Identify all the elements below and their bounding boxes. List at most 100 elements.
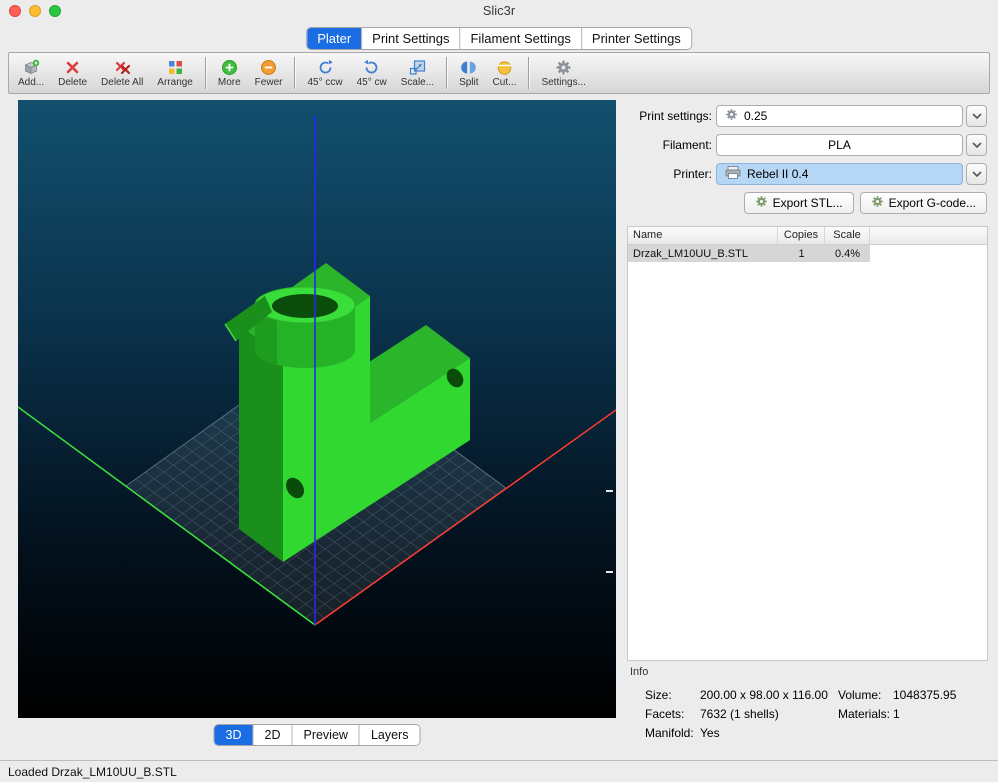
more-button[interactable]: More xyxy=(211,57,248,90)
print-settings-combo[interactable]: 0.25 xyxy=(716,105,963,127)
rotate-ccw-icon xyxy=(317,59,334,76)
materials-value: 1 xyxy=(893,707,900,721)
bearing-hole xyxy=(272,294,338,318)
table-header: Name Copies Scale xyxy=(628,227,987,245)
split-button[interactable]: Split xyxy=(452,57,485,90)
close-button[interactable] xyxy=(9,5,21,17)
print-settings-value: 0.25 xyxy=(744,109,767,123)
add-button[interactable]: Add... xyxy=(11,57,51,90)
printer-label: Printer: xyxy=(560,163,712,185)
viewport-canvas[interactable] xyxy=(18,100,616,718)
scale-tick xyxy=(606,571,613,573)
volume-label: Volume: xyxy=(838,688,881,702)
view-tab-bar: 3D 2D Preview Layers xyxy=(214,724,421,746)
scale-label: Scale... xyxy=(401,77,434,88)
zoom-button[interactable] xyxy=(49,5,61,17)
export-gcode-button[interactable]: Export G-code... xyxy=(860,192,987,214)
delete-button[interactable]: Delete xyxy=(51,57,94,90)
column-header-copies[interactable]: Copies xyxy=(778,227,825,244)
tab-print-settings[interactable]: Print Settings xyxy=(361,28,459,49)
manifold-label: Manifold: xyxy=(645,726,694,740)
tab-layers[interactable]: Layers xyxy=(359,725,420,745)
cut-label: Cut... xyxy=(493,77,517,88)
rotate-cw-icon xyxy=(363,59,380,76)
chevron-down-icon xyxy=(972,113,982,119)
filament-dropdown-button[interactable] xyxy=(966,134,987,156)
rotate-ccw-button[interactable]: 45° ccw xyxy=(300,57,349,90)
more-label: More xyxy=(218,77,241,88)
printer-combo[interactable]: Rebel II 0.4 xyxy=(716,163,963,185)
fewer-label: Fewer xyxy=(255,77,283,88)
delete-icon xyxy=(64,59,81,76)
print-settings-dropdown-button[interactable] xyxy=(966,105,987,127)
cut-button[interactable]: Cut... xyxy=(486,57,524,90)
toolbar-separator xyxy=(446,57,447,89)
add-object-icon xyxy=(23,59,40,76)
window-title: Slic3r xyxy=(0,0,998,22)
title-bar: Slic3r xyxy=(0,0,998,24)
cut-icon xyxy=(496,59,513,76)
cell-name: Drzak_LM10UU_B.STL xyxy=(628,248,778,260)
manifold-value: Yes xyxy=(700,726,720,740)
export-buttons: Export STL... Export G-code... xyxy=(627,192,987,214)
export-stl-button[interactable]: Export STL... xyxy=(744,192,854,214)
materials-label: Materials: xyxy=(838,707,890,721)
settings-button[interactable]: Settings... xyxy=(534,57,592,90)
tab-preview[interactable]: Preview xyxy=(291,725,358,745)
rotate-cw-button[interactable]: 45° cw xyxy=(350,57,394,90)
column-header-name[interactable]: Name xyxy=(628,227,778,244)
add-label: Add... xyxy=(18,77,44,88)
delete-all-icon xyxy=(114,59,131,76)
info-title: Info xyxy=(630,666,648,678)
table-row[interactable]: Drzak_LM10UU_B.STL 1 0.4% xyxy=(628,245,870,262)
delete-all-button[interactable]: Delete All xyxy=(94,57,150,90)
scale-button[interactable]: Scale... xyxy=(394,57,441,90)
tab-2d[interactable]: 2D xyxy=(253,725,292,745)
facets-label: Facets: xyxy=(645,707,684,721)
filament-value: PLA xyxy=(828,138,851,152)
tab-filament-settings[interactable]: Filament Settings xyxy=(459,28,580,49)
more-copies-icon xyxy=(221,59,238,76)
cell-copies: 1 xyxy=(778,248,825,260)
chevron-down-icon xyxy=(972,142,982,148)
export-gcode-label: Export G-code... xyxy=(889,196,976,210)
minimize-button[interactable] xyxy=(29,5,41,17)
column-header-scale[interactable]: Scale xyxy=(825,227,870,244)
printer-dropdown-button[interactable] xyxy=(966,163,987,185)
filament-label: Filament: xyxy=(560,134,712,156)
chevron-down-icon xyxy=(972,171,982,177)
tab-printer-settings[interactable]: Printer Settings xyxy=(581,28,691,49)
arrange-button[interactable]: Arrange xyxy=(150,57,200,90)
filament-combo[interactable]: PLA xyxy=(716,134,963,156)
rotate-ccw-label: 45° ccw xyxy=(307,77,342,88)
fewer-button[interactable]: Fewer xyxy=(248,57,290,90)
settings-label: Settings... xyxy=(541,77,585,88)
viewport-3d[interactable] xyxy=(18,100,616,718)
toolbar-separator xyxy=(528,57,529,89)
size-label: Size: xyxy=(645,688,672,702)
gear-icon xyxy=(725,108,738,124)
printer-value: Rebel II 0.4 xyxy=(747,167,808,181)
arrange-icon xyxy=(167,59,184,76)
arrange-label: Arrange xyxy=(157,77,193,88)
status-text: Loaded Drzak_LM10UU_B.STL xyxy=(8,765,177,779)
delete-label: Delete xyxy=(58,77,87,88)
tab-plater[interactable]: Plater xyxy=(307,28,361,49)
split-icon xyxy=(460,59,477,76)
split-label: Split xyxy=(459,77,478,88)
fewer-copies-icon xyxy=(260,59,277,76)
print-settings-label: Print settings: xyxy=(560,105,712,127)
delete-all-label: Delete All xyxy=(101,77,143,88)
toolbar-separator xyxy=(205,57,206,89)
status-bar: Loaded Drzak_LM10UU_B.STL xyxy=(0,760,998,782)
scale-icon xyxy=(409,59,426,76)
scale-tick xyxy=(606,490,613,492)
toolbar: Add... Delete Delete All Arrange xyxy=(8,52,990,94)
size-value: 200.00 x 98.00 x 116.00 xyxy=(700,688,828,702)
info-panel: Info Size: 200.00 x 98.00 x 116.00 Volum… xyxy=(627,664,988,756)
tab-3d[interactable]: 3D xyxy=(215,725,253,745)
rotate-cw-label: 45° cw xyxy=(357,77,387,88)
toolbar-separator xyxy=(294,57,295,89)
printer-icon xyxy=(725,165,741,183)
export-stl-label: Export STL... xyxy=(773,196,843,210)
